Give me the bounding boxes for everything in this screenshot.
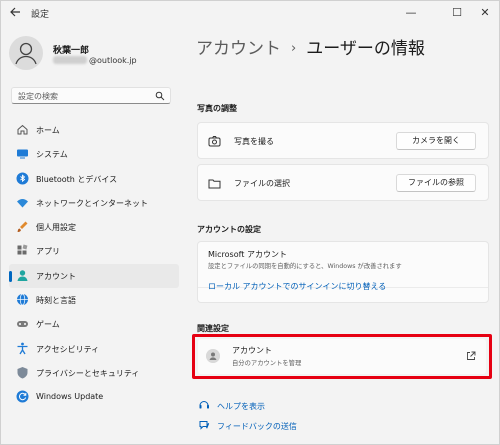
bluetooth-icon	[16, 172, 29, 185]
sidebar-item-label: 個人用設定	[36, 223, 76, 233]
back-arrow-icon[interactable]	[7, 6, 23, 22]
microsoft-account-card: Microsoft アカウント 設定とファイルの同期を自動的にすると、Windo…	[197, 241, 489, 303]
sidebar-item-privacy[interactable]: プライバシーとセキュリティ	[9, 361, 179, 385]
update-icon	[16, 390, 29, 403]
sidebar-item-label: ホーム	[36, 126, 60, 135]
sidebar-item-label: アプリ	[36, 247, 60, 257]
sidebar-item-label: アカウント	[36, 271, 76, 281]
account-icon	[17, 270, 28, 281]
sidebar-item-time-language[interactable]: 時刻と言語	[9, 288, 179, 312]
breadcrumb-accounts[interactable]: アカウント	[196, 39, 281, 59]
user-name: 秋葉一郎	[53, 46, 90, 56]
take-photo-card: 写真を撮る カメラを開く	[197, 122, 489, 159]
sidebar-item-gaming[interactable]: ゲーム	[9, 312, 179, 336]
page-title: アカウント › ユーザーの情報	[196, 34, 425, 59]
feedback-label: フィードバックの送信	[217, 422, 297, 431]
search-placeholder: 設定の検索	[18, 92, 58, 101]
settings-window: 設定 — ☐ ✕ 秋葉一郎 @outlook.jp 設定の検索 ホーム システム	[0, 0, 500, 445]
gamepad-icon	[17, 321, 28, 328]
user-email: @outlook.jp	[53, 56, 137, 65]
choose-file-label: ファイルの選択	[234, 179, 290, 188]
sidebar-item-accounts[interactable]: アカウント	[9, 263, 179, 289]
sidebar-item-system[interactable]: システム	[9, 142, 179, 166]
apps-icon	[17, 245, 28, 255]
sidebar-item-label: ネットワークとインターネット	[36, 198, 148, 208]
account-settings-heading: アカウントの設定	[197, 225, 261, 234]
sidebar-item-bluetooth[interactable]: Bluetooth とデバイス	[9, 167, 179, 191]
browse-files-button[interactable]: ファイルの参照	[396, 174, 476, 192]
get-help-label: ヘルプを表示	[217, 402, 265, 411]
take-photo-label: 写真を撮る	[234, 137, 274, 146]
accessibility-icon	[17, 342, 28, 355]
sidebar-item-label: Windows Update	[36, 392, 104, 402]
sidebar-item-home[interactable]: ホーム	[9, 118, 179, 142]
close-button[interactable]: ✕	[475, 4, 495, 22]
switch-to-local-account-link[interactable]: ローカル アカウントでのサインインに切り替える	[208, 281, 386, 292]
photo-section-heading: 写真の調整	[197, 104, 237, 113]
open-camera-button[interactable]: カメラを開く	[396, 132, 476, 150]
sidebar-item-label: Bluetooth とデバイス	[36, 174, 118, 184]
user-avatar[interactable]	[9, 36, 43, 70]
sidebar-item-label: 時刻と言語	[36, 296, 76, 306]
app-title: 設定	[31, 10, 50, 20]
minimize-button[interactable]: —	[401, 4, 421, 22]
highlight-box	[192, 334, 492, 379]
breadcrumb-separator: ›	[291, 41, 297, 56]
shield-icon	[17, 366, 28, 379]
user-email-suffix: @outlook.jp	[89, 56, 137, 65]
microsoft-account-title: Microsoft アカウント	[208, 250, 287, 259]
sidebar-nav: ホーム システム Bluetooth とデバイス ネットワークとインターネット …	[9, 118, 179, 410]
get-help-link[interactable]: ヘルプを表示	[199, 401, 265, 412]
sidebar-item-label: システム	[36, 150, 68, 160]
search-input[interactable]: 設定の検索	[11, 87, 171, 104]
globe-icon	[17, 293, 28, 306]
microsoft-account-description: 設定とファイルの同期を自動的にすると、Windows が改善されます	[208, 263, 402, 270]
choose-file-card: ファイルの選択 ファイルの参照	[197, 164, 489, 201]
camera-icon	[208, 136, 221, 147]
maximize-button[interactable]: ☐	[447, 4, 467, 22]
related-settings-heading: 関連設定	[197, 324, 229, 333]
breadcrumb-current: ユーザーの情報	[306, 39, 425, 59]
feedback-link[interactable]: フィードバックの送信	[199, 421, 297, 432]
sidebar-item-label: ゲーム	[36, 320, 60, 330]
active-indicator	[9, 270, 12, 282]
sidebar-item-apps[interactable]: アプリ	[9, 239, 179, 263]
system-icon	[17, 149, 28, 159]
sidebar-item-personalization[interactable]: 個人用設定	[9, 215, 179, 239]
title-bar: 設定 — ☐ ✕	[1, 1, 499, 27]
help-icon	[199, 401, 209, 409]
sidebar-item-network[interactable]: ネットワークとインターネット	[9, 191, 179, 215]
person-icon	[15, 42, 37, 65]
brush-icon	[17, 221, 28, 233]
sidebar-item-accessibility[interactable]: アクセシビリティ	[9, 337, 179, 361]
network-icon	[17, 198, 28, 208]
folder-icon	[208, 179, 221, 189]
search-icon[interactable]	[155, 91, 165, 101]
redacted-email-prefix	[53, 56, 87, 64]
sidebar-item-label: プライバシーとセキュリティ	[36, 368, 140, 378]
home-icon	[17, 124, 28, 135]
sidebar-item-windows-update[interactable]: Windows Update	[9, 385, 179, 409]
sidebar-item-label: アクセシビリティ	[36, 344, 100, 354]
feedback-icon	[199, 421, 210, 430]
